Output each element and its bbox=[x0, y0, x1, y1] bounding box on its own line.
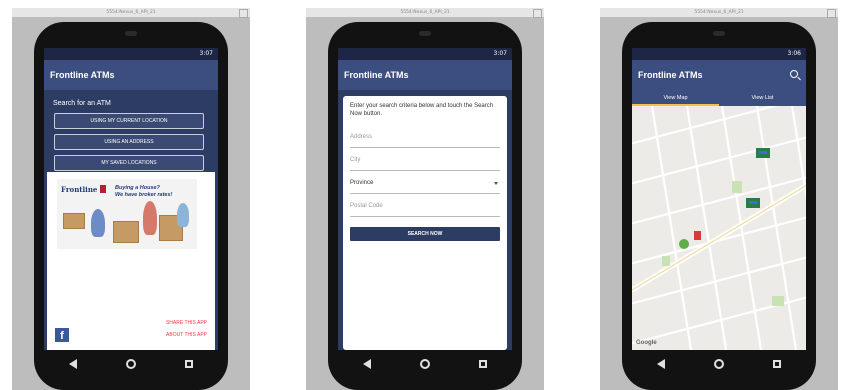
province-select[interactable]: Province bbox=[350, 172, 500, 194]
back-icon[interactable] bbox=[68, 359, 77, 369]
emulator-title: 5554:Nexus_6_API_21 bbox=[306, 8, 544, 18]
moving-box bbox=[113, 221, 139, 243]
phone-screen: 3:07 Frontline ATMs Enter your search cr… bbox=[338, 48, 512, 350]
screenshot-address-search: 5554:Nexus_6_API_21 3:07 Frontline ATMs … bbox=[306, 8, 544, 390]
app-title: Frontline ATMs bbox=[344, 70, 409, 80]
screenshot-map: 5554:Nexus_6_API_21 3:06 Frontline ATMs … bbox=[600, 8, 838, 390]
person-illustration bbox=[143, 201, 157, 235]
saved-locations-button[interactable]: MY SAVED LOCATIONS bbox=[54, 155, 204, 171]
map-pin bbox=[679, 239, 689, 249]
park-area bbox=[662, 256, 670, 266]
status-time: 3:07 bbox=[199, 50, 213, 57]
screenshot-home: 5554:Nexus_6_API_21 3:07 Frontline ATMs … bbox=[12, 8, 250, 390]
park-area bbox=[732, 181, 742, 193]
ad-banner[interactable]: Frontline Buying a House? We have broker… bbox=[57, 179, 197, 249]
status-bar: 3:07 bbox=[44, 48, 218, 60]
app-title: Frontline ATMs bbox=[638, 70, 703, 80]
google-attribution: Google bbox=[636, 340, 657, 346]
person-illustration bbox=[91, 209, 105, 237]
recents-icon[interactable] bbox=[185, 360, 194, 368]
nav-bar bbox=[632, 350, 806, 378]
phone-frame: 3:06 Frontline ATMs View Map View List G… bbox=[622, 22, 816, 390]
ad-tagline-2: We have broker rates! bbox=[115, 192, 173, 198]
recents-icon[interactable] bbox=[773, 360, 782, 368]
status-time: 3:06 bbox=[787, 50, 801, 57]
app-bar: Frontline ATMs bbox=[632, 60, 806, 90]
speaker-grille bbox=[713, 31, 725, 36]
recents-icon[interactable] bbox=[479, 360, 488, 368]
address-field[interactable]: Address bbox=[350, 126, 500, 148]
atm-marker bbox=[756, 148, 770, 158]
app-title: Frontline ATMs bbox=[50, 70, 115, 80]
about-app-link[interactable]: ABOUT THIS APP bbox=[166, 332, 207, 338]
tab-view-list[interactable]: View List bbox=[719, 90, 806, 106]
home-icon[interactable] bbox=[125, 359, 136, 369]
city-field[interactable]: City bbox=[350, 149, 500, 171]
tab-view-map[interactable]: View Map bbox=[632, 90, 719, 106]
map-canvas bbox=[632, 106, 806, 350]
emulator-title: 5554:Nexus_6_API_21 bbox=[12, 8, 250, 18]
atm-marker bbox=[746, 198, 760, 208]
search-options: Search for an ATM USING MY CURRENT LOCAT… bbox=[44, 90, 218, 184]
nav-bar bbox=[44, 350, 218, 378]
search-icon[interactable] bbox=[790, 70, 798, 78]
status-time: 3:07 bbox=[493, 50, 507, 57]
view-tabs: View Map View List bbox=[632, 90, 806, 106]
phone-screen: 3:06 Frontline ATMs View Map View List G… bbox=[632, 48, 806, 350]
person-illustration bbox=[177, 203, 189, 227]
park-area bbox=[772, 296, 784, 306]
facebook-icon[interactable]: f bbox=[55, 328, 69, 342]
home-icon[interactable] bbox=[713, 359, 724, 369]
moving-box bbox=[63, 213, 85, 229]
status-bar: 3:07 bbox=[338, 48, 512, 60]
postal-code-field[interactable]: Postal Code bbox=[350, 195, 500, 217]
speaker-grille bbox=[125, 31, 137, 36]
share-app-link[interactable]: SHARE THIS APP bbox=[166, 320, 207, 326]
app-bar: Frontline ATMs bbox=[338, 60, 512, 90]
ad-logo: Frontline bbox=[61, 185, 107, 194]
phone-frame: 3:07 Frontline ATMs Enter your search cr… bbox=[328, 22, 522, 390]
ad-tagline: Buying a House? We have broker rates! bbox=[115, 185, 172, 199]
phone-screen: 3:07 Frontline ATMs Search for an ATM US… bbox=[44, 48, 218, 350]
search-instructions: Enter your search criteria below and tou… bbox=[350, 103, 494, 117]
status-bar: 3:06 bbox=[632, 48, 806, 60]
search-now-button[interactable]: SEARCH NOW bbox=[350, 227, 500, 241]
back-icon[interactable] bbox=[656, 359, 665, 369]
branch-marker bbox=[694, 231, 701, 240]
home-icon[interactable] bbox=[419, 359, 430, 369]
phone-frame: 3:07 Frontline ATMs Search for an ATM US… bbox=[34, 22, 228, 390]
promo-card: Frontline Buying a House? We have broker… bbox=[47, 172, 215, 350]
search-heading: Search for an ATM bbox=[53, 100, 111, 107]
app-bar: Frontline ATMs bbox=[44, 60, 218, 90]
atm-map[interactable]: Google bbox=[632, 106, 806, 350]
emulator-title: 5554:Nexus_6_API_21 bbox=[600, 8, 838, 18]
address-button[interactable]: USING AN ADDRESS bbox=[54, 134, 204, 150]
search-form: Enter your search criteria below and tou… bbox=[343, 96, 507, 350]
nav-bar bbox=[338, 350, 512, 378]
ad-tagline-1: Buying a House? bbox=[115, 185, 160, 191]
speaker-grille bbox=[419, 31, 431, 36]
current-location-button[interactable]: USING MY CURRENT LOCATION bbox=[54, 113, 204, 129]
back-icon[interactable] bbox=[362, 359, 371, 369]
